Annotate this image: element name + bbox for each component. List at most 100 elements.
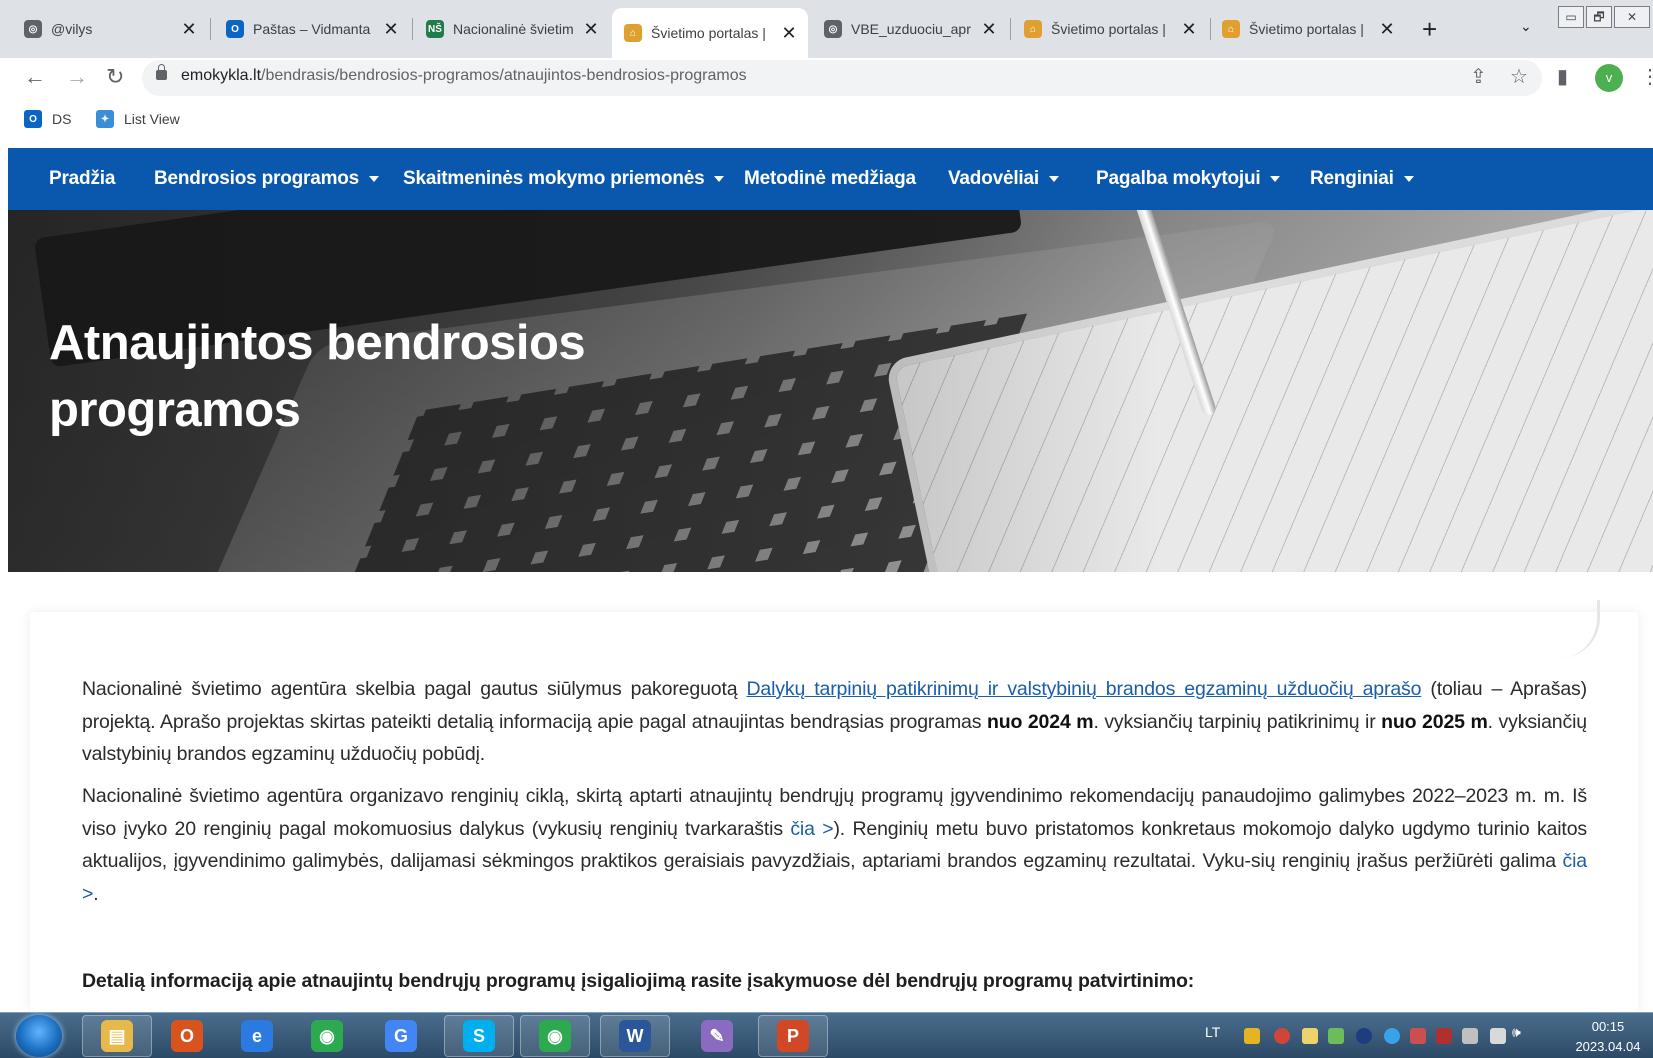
nav-label: Bendrosios programos — [154, 168, 360, 189]
taskbar-app-paint[interactable]: ✎ — [682, 1015, 752, 1057]
browser-tab[interactable]: O Paštas – Vidmanta ✕ — [214, 8, 410, 50]
side-panel-icon[interactable]: ▮ — [1557, 64, 1568, 89]
browser-tab[interactable]: ◎ VBE_uzduociu_apr ✕ — [812, 8, 1008, 50]
tab-separator — [412, 18, 413, 40]
tab-title: Švietimo portalas | — [651, 25, 766, 41]
paint-icon: ✎ — [701, 1020, 733, 1052]
bluetooth-icon[interactable] — [1356, 1028, 1372, 1044]
outlook-icon: O — [226, 20, 244, 38]
restore-button[interactable]: 🗗 — [1586, 6, 1612, 28]
url-text[interactable]: emokykla.lt/bendrasis/bendrosios-program… — [181, 67, 747, 85]
back-arrow-icon[interactable]: ← — [24, 64, 46, 90]
close-tab-icon[interactable]: ✕ — [780, 23, 798, 44]
reload-icon[interactable]: ↻ — [106, 64, 124, 90]
taskbar-app-google[interactable]: G — [366, 1015, 436, 1057]
taskbar-app-internet-explorer[interactable]: e — [222, 1015, 292, 1057]
google-icon: G — [385, 1020, 417, 1052]
text: . — [93, 882, 99, 905]
skype-icon: S — [463, 1020, 495, 1052]
globe-icon: ◎ — [24, 20, 42, 38]
nav-item-skaitmenines-priemones[interactable]: Skaitmeninės mokymo priemonės — [403, 168, 725, 190]
nav-item-metodine-medziaga[interactable]: Metodinė medžiaga — [744, 168, 916, 190]
volume-icon[interactable]: 🕪 — [1512, 1024, 1521, 1041]
nav-item-renginiai[interactable]: Renginiai — [1310, 168, 1414, 190]
language-indicator[interactable]: LT — [1205, 1024, 1220, 1040]
system-clock[interactable]: 00:15 2023.04.04 — [1568, 1017, 1648, 1057]
forward-arrow-icon[interactable]: → — [66, 64, 88, 90]
nav-label: Pradžia — [49, 168, 116, 189]
outlook-icon: O — [24, 110, 42, 128]
nav-label: Vadovėliai — [948, 168, 1039, 189]
nav-label: Metodinė medžiaga — [744, 168, 916, 189]
browser-tab[interactable]: ⌂ Švietimo portalas | ✕ — [1210, 8, 1406, 50]
nsa-icon: NŠ — [426, 20, 444, 38]
taskbar-app-powerpoint[interactable]: P — [758, 1015, 828, 1057]
aprasas-link[interactable]: Dalykų tarpinių patikrinimų ir valstybin… — [746, 678, 1421, 700]
browser-tab[interactable]: NŠ Nacionalinė švietim ✕ — [414, 8, 610, 50]
nav-item-vadoveliai[interactable]: Vadovėliai — [948, 168, 1059, 190]
site-main-nav: Pradžia Bendrosios programos Skaitmeninė… — [8, 148, 1653, 210]
close-tab-icon[interactable]: ✕ — [382, 19, 400, 40]
tray-device-icon[interactable] — [1462, 1028, 1478, 1044]
page-title: Atnaujintos bendrosios programos — [49, 310, 649, 444]
bookmark-list-view[interactable]: ✦ List View — [96, 110, 180, 128]
profile-avatar[interactable]: v — [1595, 64, 1623, 92]
tray-update-icon[interactable] — [1328, 1028, 1344, 1044]
nav-item-bendrosios-programos[interactable]: Bendrosios programos — [154, 168, 380, 190]
ie-icon: e — [241, 1020, 273, 1052]
globe-icon: ◎ — [824, 20, 842, 38]
tray-display-icon[interactable] — [1490, 1028, 1506, 1044]
section-subheading: Detalią informaciją apie atnaujintų bend… — [82, 970, 1195, 992]
tray-shield-icon[interactable] — [1244, 1028, 1260, 1044]
close-tab-icon[interactable]: ✕ — [1378, 19, 1396, 40]
clock-date: 2023.04.04 — [1575, 1039, 1641, 1054]
menu-kebab-icon[interactable]: ⋮ — [1640, 64, 1653, 89]
close-tab-icon[interactable]: ✕ — [1180, 19, 1198, 40]
portal-icon: ⌂ — [1024, 20, 1042, 38]
portal-icon: ⌂ — [1222, 20, 1240, 38]
bookmark-ds[interactable]: O DS — [24, 110, 71, 128]
close-tab-icon[interactable]: ✕ — [980, 19, 998, 40]
tray-sync-icon[interactable] — [1384, 1028, 1400, 1044]
windows-start-button[interactable] — [16, 1015, 62, 1057]
close-window-button[interactable]: ✕ — [1614, 6, 1650, 28]
share-icon[interactable]: ⇪ — [1470, 64, 1487, 89]
text: Nacionalinė švietimo agentūra skelbia pa… — [82, 678, 747, 700]
tab-title: Nacionalinė švietim — [453, 21, 574, 37]
page-title-line-1: Atnaujintos bendrosios — [49, 316, 586, 370]
new-tab-button[interactable]: + — [1422, 14, 1437, 45]
lock-icon[interactable] — [156, 64, 167, 80]
bookmark-star-icon[interactable]: ☆ — [1510, 64, 1528, 89]
nav-item-pagalba-mokytojui[interactable]: Pagalba mokytojui — [1096, 168, 1281, 190]
nav-item-pradzia[interactable]: Pradžia — [49, 168, 115, 190]
close-tab-icon[interactable]: ✕ — [582, 19, 600, 40]
nav-label: Skaitmeninės mokymo priemonės — [403, 168, 705, 189]
browser-tab[interactable]: ⌂ Švietimo portalas | ✕ — [1012, 8, 1208, 50]
browser-tab[interactable]: ◎ @vilys ✕ — [12, 8, 208, 50]
word-icon: W — [619, 1020, 651, 1052]
taskbar-app-outlook[interactable]: O — [152, 1015, 222, 1057]
tray-notes-icon[interactable] — [1302, 1028, 1318, 1044]
close-tab-icon[interactable]: ✕ — [180, 19, 198, 40]
taskbar-app-explorer[interactable]: ▤ — [82, 1015, 152, 1057]
url-host: emokykla.lt — [181, 67, 262, 84]
taskbar-app-word[interactable]: W — [600, 1015, 670, 1057]
tray-antivirus-icon[interactable] — [1274, 1028, 1290, 1044]
minimize-button[interactable]: ▭ — [1558, 6, 1584, 28]
tab-title: @vilys — [51, 21, 93, 37]
page-title-line-2: programos — [49, 383, 301, 437]
tray-alert-icon[interactable] — [1410, 1028, 1426, 1044]
tab-search-button[interactable]: ⌄ — [1520, 18, 1532, 35]
schedule-link[interactable]: čia > — [790, 818, 833, 840]
tab-separator — [210, 18, 211, 40]
tab-title: Švietimo portalas | — [1249, 21, 1364, 37]
browser-tab[interactable]: ⌂ Švietimo portalas | ✕ — [612, 8, 808, 58]
tab-title: Švietimo portalas | — [1051, 21, 1166, 37]
taskbar-app-chrome[interactable]: ◉ — [292, 1015, 362, 1057]
taskbar-app-chrome-profile[interactable]: ◉ — [520, 1015, 590, 1057]
tab-title: Paštas – Vidmanta — [253, 21, 371, 37]
taskbar-app-skype[interactable]: S — [444, 1015, 514, 1057]
nav-label: Pagalba mokytojui — [1096, 168, 1261, 189]
tray-network-icon[interactable] — [1436, 1028, 1452, 1044]
bookmark-label: List View — [124, 111, 180, 127]
